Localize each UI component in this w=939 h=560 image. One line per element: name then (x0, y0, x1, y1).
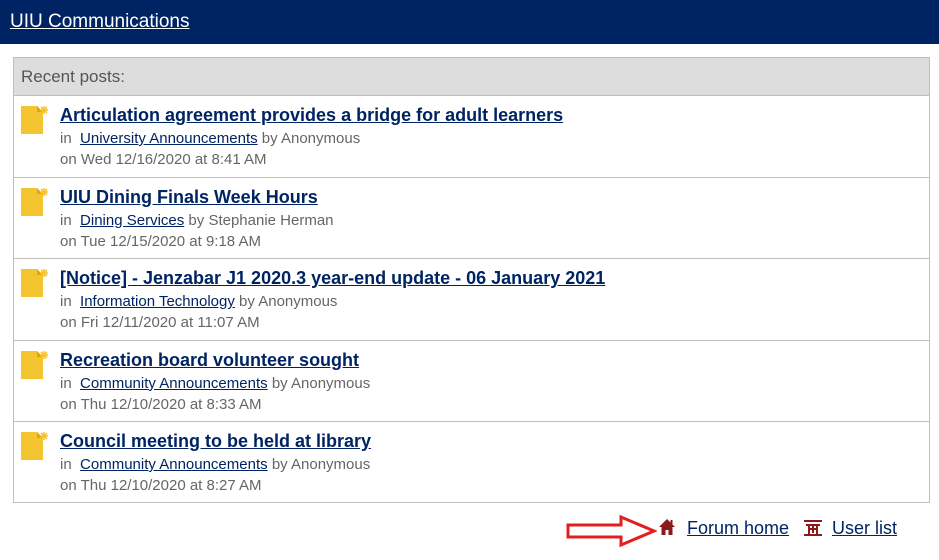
in-label: in (60, 211, 72, 229)
new-document-icon (21, 350, 48, 379)
post-title-link[interactable]: Articulation agreement provides a bridge… (60, 105, 563, 126)
post-author: Anonymous (291, 456, 371, 473)
post-title-link[interactable]: UIU Dining Finals Week Hours (60, 187, 318, 208)
post-category-link[interactable]: Community Announcements (80, 375, 268, 392)
by-label: by (271, 456, 288, 473)
arrow-right-icon (566, 514, 657, 548)
post-date: on Thu 12/10/2020 at 8:33 AM (60, 395, 262, 413)
post-item: Recreation board volunteer sought in Com… (14, 341, 929, 422)
post-item: UIU Dining Finals Week Hours in Dining S… (14, 178, 929, 259)
post-date: on Tue 12/15/2020 at 9:18 AM (60, 232, 261, 250)
user-list-link[interactable]: User list (832, 518, 897, 539)
post-item: Articulation agreement provides a bridge… (14, 96, 929, 178)
home-icon[interactable] (658, 518, 676, 536)
new-document-icon (21, 187, 48, 216)
top-header-bar: UIU Communications (0, 0, 939, 44)
post-title-link[interactable]: Council meeting to be held at library (60, 431, 371, 452)
by-label: by (271, 374, 288, 392)
in-label: in (60, 293, 72, 310)
post-meta: in Community Announcements by Anonymous (60, 456, 370, 473)
by-label: by (188, 211, 205, 229)
post-category-link[interactable]: Information Technology (80, 293, 235, 310)
post-meta: in Dining Services by Stephanie Herman (60, 212, 334, 229)
new-document-icon (21, 106, 48, 134)
post-item: Council meeting to be held at library in… (14, 422, 929, 504)
post-category-link[interactable]: University Announcements (80, 130, 258, 147)
post-author: Anonymous (291, 374, 371, 392)
in-label: in (60, 374, 72, 392)
site-title-link[interactable]: UIU Communications (10, 11, 190, 33)
post-item: [Notice] - Jenzabar J1 2020.3 year-end u… (14, 259, 929, 341)
in-label: in (60, 456, 72, 473)
post-author: Anonymous (258, 293, 338, 310)
forum-home-link[interactable]: Forum home (687, 518, 789, 539)
post-author: Stephanie Herman (208, 211, 334, 229)
in-label: in (60, 130, 72, 147)
post-meta: in University Announcements by Anonymous (60, 130, 360, 147)
panel-heading: Recent posts: (14, 58, 929, 96)
by-label: by (261, 130, 278, 147)
users-icon[interactable] (803, 519, 823, 537)
post-date: on Fri 12/11/2020 at 11:07 AM (60, 314, 260, 331)
post-meta: in Information Technology by Anonymous (60, 293, 337, 310)
footer-links: Forum home User list (565, 514, 935, 548)
new-document-icon (21, 432, 48, 460)
recent-posts-panel: Recent posts: Articulation agreement pro… (13, 57, 930, 503)
post-author: Anonymous (280, 130, 361, 147)
post-category-link[interactable]: Community Announcements (80, 456, 268, 473)
post-date: on Thu 12/10/2020 at 8:27 AM (60, 477, 262, 494)
post-title-link[interactable]: [Notice] - Jenzabar J1 2020.3 year-end u… (60, 268, 605, 289)
post-category-link[interactable]: Dining Services (80, 212, 184, 229)
post-date: on Wed 12/16/2020 at 8:41 AM (60, 151, 267, 168)
by-label: by (239, 293, 255, 310)
post-title-link[interactable]: Recreation board volunteer sought (60, 350, 359, 371)
new-document-icon (21, 269, 48, 297)
post-meta: in Community Announcements by Anonymous (60, 375, 370, 392)
